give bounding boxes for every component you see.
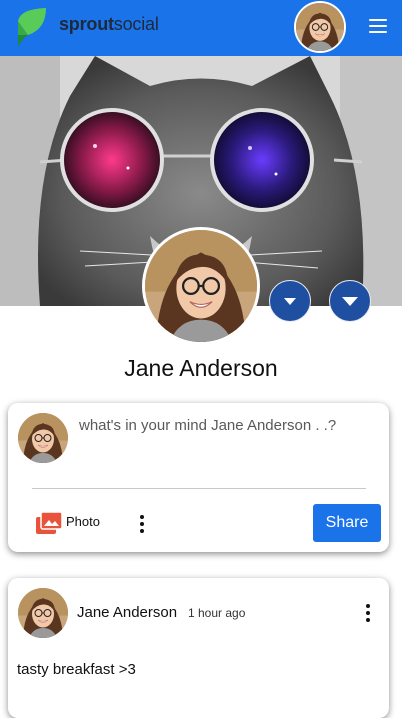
profile-name: Jane Anderson: [124, 355, 278, 381]
hamburger-menu-icon[interactable]: [366, 14, 390, 38]
more-options-icon[interactable]: [139, 514, 145, 534]
avatar-photo: [18, 588, 68, 638]
chevron-down-icon: [342, 297, 358, 306]
top-app-bar: sproutsocial: [0, 0, 402, 56]
post-composer-card: what's in your mind Jane Anderson . .? P…: [8, 403, 389, 552]
post-more-options-icon[interactable]: [365, 603, 371, 623]
post-text: tasty breakfast >3: [17, 661, 136, 678]
woman-with-glasses-photo: [145, 230, 257, 342]
photo-gallery-icon: [36, 512, 62, 534]
post-timestamp: 1 hour ago: [188, 606, 246, 620]
sprout-logo-icon[interactable]: [16, 7, 50, 47]
user-avatar[interactable]: [294, 1, 346, 53]
avatar-photo: [18, 413, 68, 463]
photo-label: Photo: [66, 514, 100, 529]
composer-divider: [32, 488, 366, 489]
post-author-avatar[interactable]: [18, 588, 68, 638]
share-button[interactable]: Share: [313, 504, 381, 542]
chevron-down-icon: [284, 298, 296, 305]
brand-wordmark[interactable]: sproutsocial: [59, 14, 159, 35]
profile-action-button-1[interactable]: [269, 280, 311, 322]
post-author-name[interactable]: Jane Anderson: [77, 604, 177, 621]
brand-regular: social: [113, 14, 159, 34]
avatar-photo: [296, 3, 344, 51]
profile-action-button-2[interactable]: [329, 280, 371, 322]
profile-avatar[interactable]: [142, 227, 260, 345]
composer-input[interactable]: what's in your mind Jane Anderson . .?: [79, 417, 336, 434]
composer-avatar: [18, 413, 68, 463]
brand-bold: sprout: [59, 14, 114, 34]
post-card: Jane Anderson 1 hour ago tasty breakfast…: [8, 578, 389, 718]
